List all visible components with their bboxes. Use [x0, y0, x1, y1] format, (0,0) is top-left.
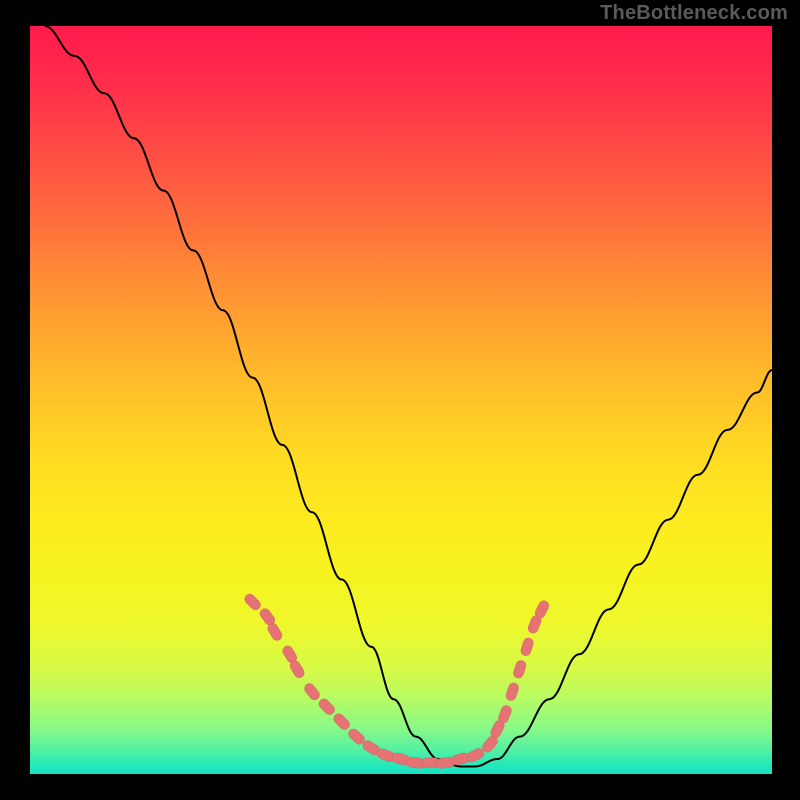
- watermark-text: TheBottleneck.com: [600, 2, 788, 25]
- plot-area: [30, 26, 772, 774]
- marker-group: [243, 592, 551, 769]
- data-marker: [317, 697, 337, 717]
- main-curve: [45, 26, 772, 767]
- curve-svg: [30, 26, 772, 774]
- data-marker: [505, 682, 520, 702]
- data-marker: [332, 712, 352, 732]
- data-marker: [243, 592, 263, 612]
- data-marker: [520, 637, 535, 657]
- data-marker: [302, 682, 321, 702]
- chart-container: TheBottleneck.com: [0, 0, 800, 800]
- data-marker: [512, 659, 527, 679]
